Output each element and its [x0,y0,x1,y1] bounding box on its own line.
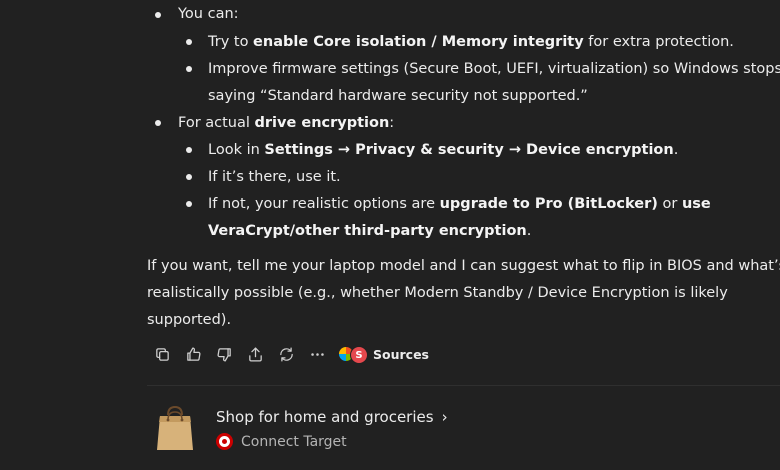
bullet-dot [186,147,192,153]
bullet-dot [155,120,161,126]
more-icon [311,352,324,356]
divider [147,385,780,386]
more-button[interactable] [302,342,333,366]
sources-label: Sources [373,346,429,362]
list-item-core-isolation: Try to enable Core isolation / Memory in… [208,34,734,50]
source-logos: S [339,345,369,364]
list-item-options-line1: If not, your realistic options are upgra… [208,196,711,212]
list-item-options-line2: VeraCrypt/other third-party encryption. [208,223,532,239]
shop-card-title[interactable]: Shop for home and groceries › [216,408,448,426]
bullet-dot [186,174,192,180]
list-item-you-can: You can: [178,6,239,22]
thumbs-down-button[interactable] [209,342,240,366]
bullet-dot [155,12,161,18]
target-logo-icon [216,433,233,450]
thumbs-up-icon [187,346,201,361]
source-badge-icon: S [350,346,368,364]
regenerate-icon [280,346,293,362]
bullet-dot [186,66,192,72]
list-item-firmware-line2: saying “Standard hardware security not s… [208,88,588,104]
regenerate-button[interactable] [271,342,302,366]
connect-target-label: Connect Target [241,433,347,450]
paragraph-line1: If you want, tell me your laptop model a… [147,258,780,274]
paragraph-line2: realistically possible (e.g., whether Mo… [147,285,728,301]
thumbs-down-icon [217,347,231,362]
thumbs-up-button[interactable] [178,342,209,366]
copy-icon [156,347,169,361]
list-item-settings-path: Look in Settings → Privacy & security → … [208,142,679,158]
message-actions: S Sources [147,342,429,366]
share-icon [249,346,262,362]
copy-button[interactable] [147,342,178,366]
paragraph-line3: supported). [147,312,232,328]
bullet-dot [186,201,192,207]
bullet-dot [186,39,192,45]
share-button[interactable] [240,342,271,366]
list-item-firmware-line1: Improve firmware settings (Secure Boot, … [208,61,780,77]
list-item-drive-encryption: For actual drive encryption: [178,115,395,131]
list-item-use-it: If it’s there, use it. [208,169,341,185]
chevron-right-icon: › [441,408,448,426]
sources-button[interactable]: S Sources [339,345,429,364]
connect-target-link[interactable]: Connect Target [216,433,347,450]
shopping-bag-icon [157,405,193,450]
